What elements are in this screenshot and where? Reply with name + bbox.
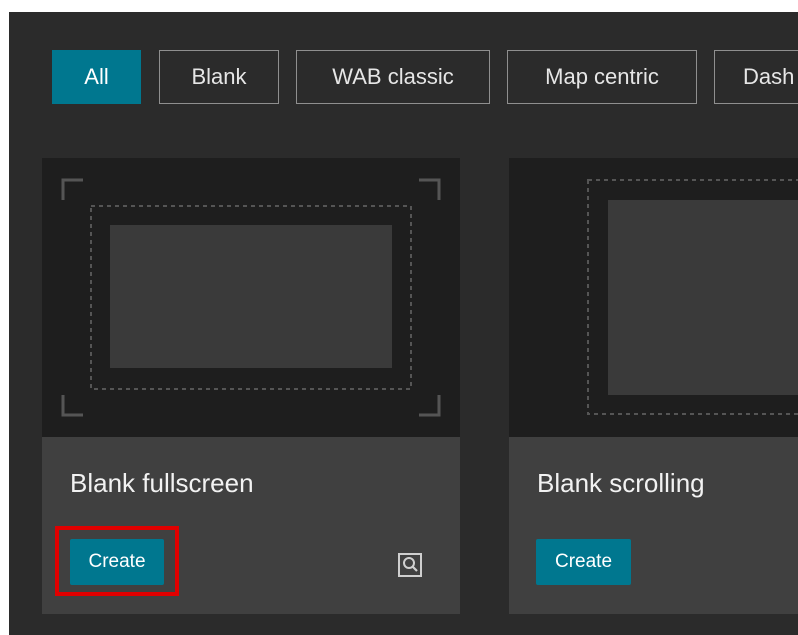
template-thumbnail[interactable] [42,158,460,437]
template-title: Blank scrolling [537,468,705,498]
fullscreen-layout-illustration [61,178,441,417]
create-button[interactable]: Create [70,539,164,585]
create-button[interactable]: Create [536,539,631,585]
template-card-blank-fullscreen: Blank fullscreen Create [42,158,460,614]
filter-map-centric-button[interactable]: Map centric [507,50,697,104]
template-card-blank-scrolling: Blank scrolling Create [509,158,798,614]
filter-all-button[interactable]: All [52,50,141,104]
filter-wab-classic-button[interactable]: WAB classic [296,50,490,104]
filter-blank-button[interactable]: Blank [159,50,279,104]
template-title: Blank fullscreen [70,468,254,498]
template-gallery-panel: All Blank WAB classic Map centric Dash B… [9,12,798,635]
filter-dashboard-button[interactable]: Dash [714,50,798,104]
scrolling-layout-illustration [587,179,798,415]
preview-magnifier-icon[interactable] [397,552,423,578]
template-thumbnail[interactable] [509,158,798,437]
